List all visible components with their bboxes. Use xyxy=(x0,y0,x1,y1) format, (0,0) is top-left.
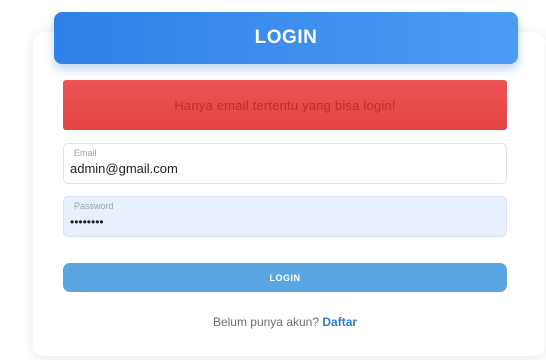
login-button[interactable]: LOGIN xyxy=(63,263,507,292)
password-field[interactable]: Password xyxy=(63,196,507,237)
email-input[interactable] xyxy=(70,161,500,176)
email-field[interactable]: Email xyxy=(63,143,507,184)
login-header: LOGIN xyxy=(54,12,518,64)
page-title: LOGIN xyxy=(254,27,318,48)
password-input[interactable] xyxy=(70,215,500,229)
email-label: Email xyxy=(74,148,97,158)
password-label: Password xyxy=(74,201,114,211)
register-prompt-text: Belum punya akun? xyxy=(212,315,320,329)
register-link[interactable]: Daftar xyxy=(322,315,357,329)
register-prompt: Belum punya akun? Daftar xyxy=(63,315,507,329)
error-alert-message: Hanya email tertentu yang bisa login! xyxy=(174,97,396,113)
error-alert: Hanya email tertentu yang bisa login! xyxy=(63,80,507,130)
